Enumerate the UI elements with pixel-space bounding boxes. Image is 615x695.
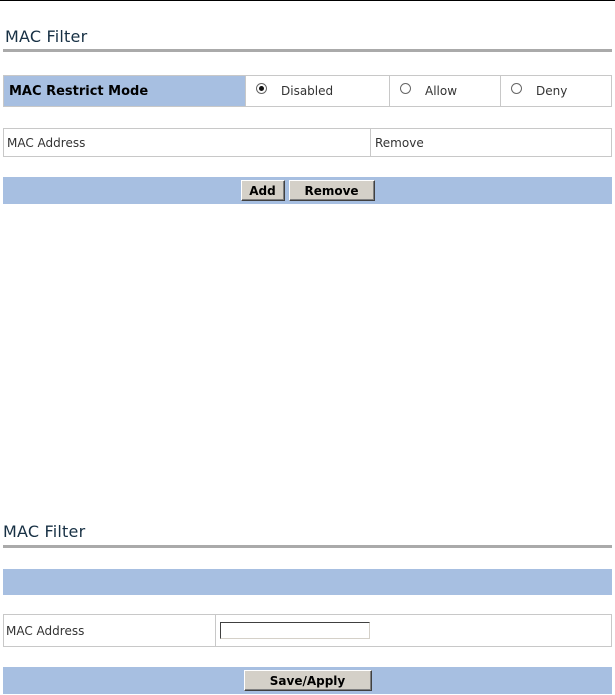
section-divider	[3, 545, 612, 548]
mac-address-input[interactable]	[220, 622, 370, 639]
radio-button-deny[interactable]	[511, 83, 522, 94]
mac-filter-add-title: MAC Filter	[3, 522, 86, 541]
column-header-remove: Remove	[375, 135, 424, 150]
column-header-mac-address: MAC Address	[4, 129, 371, 156]
header-bar	[3, 569, 612, 595]
add-button[interactable]: Add	[240, 180, 285, 201]
mac-restrict-mode-label: MAC Restrict Mode	[4, 76, 246, 106]
radio-option-disabled[interactable]: Disabled	[246, 76, 390, 106]
radio-label-deny: Deny	[536, 84, 568, 98]
radio-label-allow: Allow	[425, 84, 458, 98]
radio-option-allow[interactable]: Allow	[390, 76, 501, 106]
save-button-bar: Save/Apply	[3, 667, 612, 694]
radio-button-allow[interactable]	[400, 83, 411, 94]
save-apply-button[interactable]: Save/Apply	[243, 670, 372, 691]
section-divider	[3, 49, 612, 52]
button-bar: Add Remove	[3, 177, 612, 204]
radio-label-disabled: Disabled	[281, 84, 334, 98]
radio-option-deny[interactable]: Deny	[501, 76, 611, 106]
mac-address-table: MAC Address Remove	[3, 128, 612, 157]
mac-address-field-cell	[216, 615, 370, 646]
mac-filter-title: MAC Filter	[5, 27, 88, 46]
radio-button-disabled[interactable]	[256, 83, 267, 94]
top-border-line	[0, 0, 615, 1]
mac-restrict-mode-row: MAC Restrict Mode Disabled Allow Deny	[3, 75, 612, 107]
remove-button[interactable]: Remove	[288, 180, 375, 201]
mac-address-form-row: MAC Address	[3, 614, 612, 647]
mac-address-label: MAC Address	[4, 615, 216, 646]
